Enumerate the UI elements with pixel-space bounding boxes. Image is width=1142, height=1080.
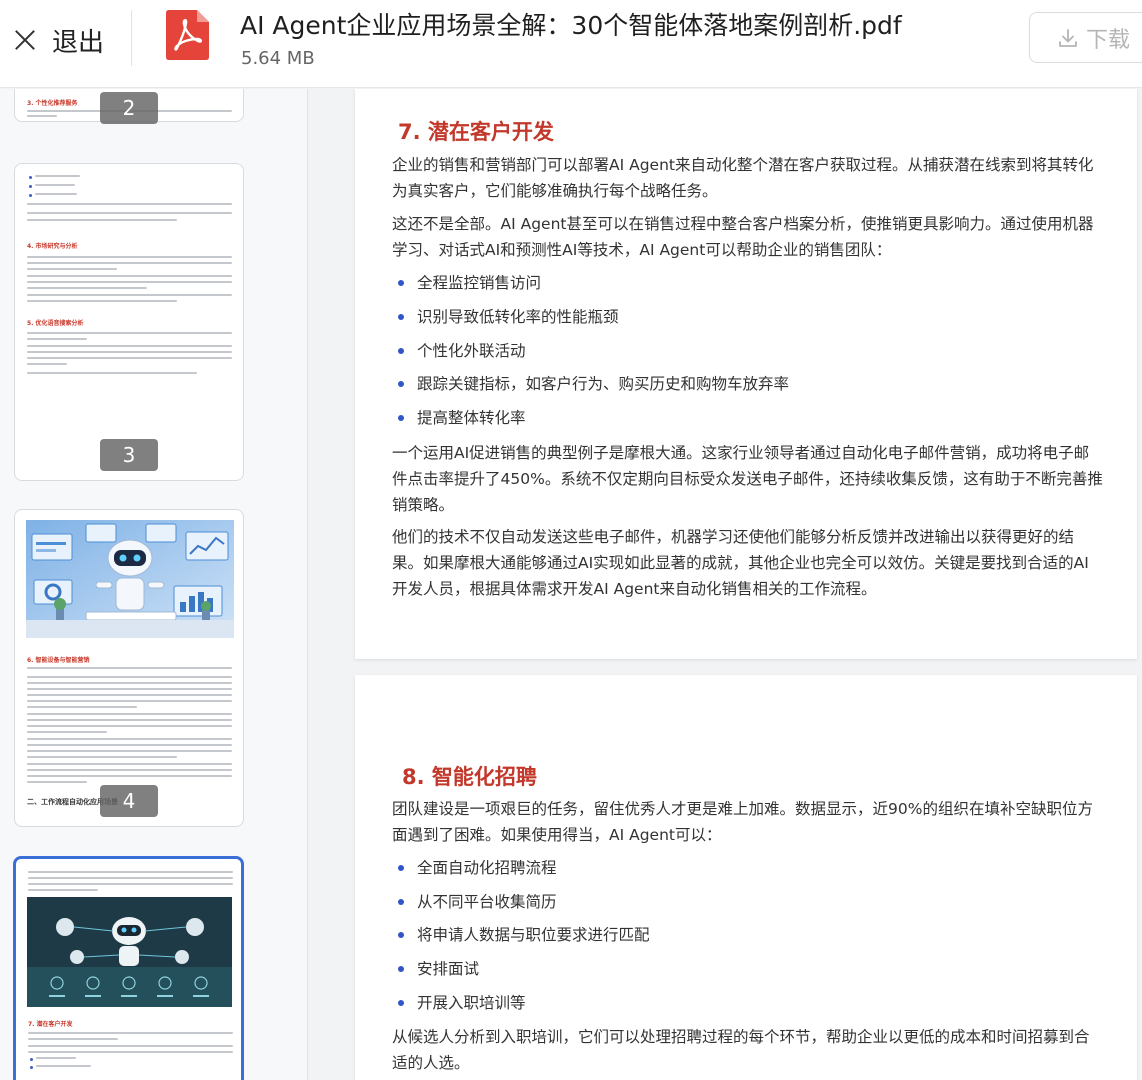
list-item: 开展入职培训等 [398, 991, 526, 1013]
header-divider [131, 10, 132, 66]
page-number-badge[interactable]: 4 [100, 785, 158, 817]
thumb-heading: 6. 智能设备与智能营销 [27, 657, 90, 664]
paragraph: 这还不是全部。AI Agent甚至可以在销售过程中整合客户档案分析，使推销更具影… [392, 215, 1094, 259]
paragraph: 团队建设是一项艰巨的任务，留住优秀人才更是难上加难。数据显示，近90%的组织在填… [392, 800, 1093, 844]
list-item: 个性化外联活动 [398, 339, 526, 361]
download-button[interactable]: 下载 [1029, 12, 1142, 63]
close-icon [12, 27, 38, 53]
pdf-page: 8. 智能化招聘 团队建设是一项艰巨的任务，留住优秀人才更是难上加难。数据显示，… [355, 675, 1137, 1080]
bullet-dot [398, 280, 404, 286]
list-item: 提高整体转化率 [398, 406, 526, 428]
pdf-file-icon [166, 10, 209, 60]
bullet-dot [398, 1000, 404, 1006]
bullet-dot [398, 865, 404, 871]
list-item: 全程监控销售访问 [398, 271, 541, 293]
list-item: 安排面试 [398, 957, 479, 979]
thumb-heading: 4. 市场研究与分析 [27, 243, 78, 250]
thumb-heading: 3. 个性化推荐服务 [27, 100, 78, 107]
file-name: AI Agent企业应用场景全解：30个智能体落地案例剖析.pdf [240, 11, 902, 40]
page-thumbnail-active[interactable]: 7. 潜在客户开发 [13, 856, 244, 1080]
paragraph: 企业的销售和营销部门可以部署AI Agent来自动化整个潜在客户获取过程。从捕获… [392, 156, 1094, 200]
page-number-badge[interactable]: 3 [100, 439, 158, 471]
page-thumbnail[interactable]: 6. 智能设备与智能营销 二、工作流程自动化应用场景 [14, 509, 244, 827]
paragraph: 从候选人分析到入职培训，它们可以处理招聘过程的每个环节，帮助企业以更低的成本和时… [392, 1028, 1090, 1072]
top-bar: 退出 AI Agent企业应用场景全解：30个智能体落地案例剖析.pdf 5.6… [0, 0, 1142, 88]
pdf-page: 7. 潜在客户开发 企业的销售和营销部门可以部署AI Agent来自动化整个潜在… [355, 89, 1137, 659]
robot-illustration [26, 520, 234, 638]
exit-label: 退出 [52, 27, 105, 58]
list-item: 将申请人数据与职位要求进行匹配 [398, 923, 650, 945]
bullet-dot [398, 966, 404, 972]
download-icon [1059, 28, 1077, 47]
paragraph: 一个运用AI促进销售的典型例子是摩根大通。这家行业领导者通过自动化电子邮件营销，… [392, 444, 1103, 514]
bullet-dot [398, 348, 404, 354]
bullet-dot [398, 381, 404, 387]
thumb-heading: 5. 优化语音搜索分析 [27, 320, 84, 327]
bullet-dot [398, 932, 404, 938]
bullet-dot [398, 415, 404, 421]
list-item: 全面自动化招聘流程 [398, 856, 557, 878]
exit-button[interactable]: 退出 [12, 18, 104, 62]
list-item: 从不同平台收集简历 [398, 890, 557, 912]
bullet-dot [398, 899, 404, 905]
pdf-viewer: 退出 AI Agent企业应用场景全解：30个智能体落地案例剖析.pdf 5.6… [0, 0, 1142, 1080]
list-item: 跟踪关键指标，如客户行为、购买历史和购物车放弃率 [398, 372, 789, 394]
thumbnail-sidebar[interactable]: 3. 个性化推荐服务 2 4. 市场研究与分析 5. 优化语音搜索分析 3 6.… [0, 89, 308, 1080]
section-heading: 7. 潜在客户开发 [398, 120, 554, 144]
page-number-badge[interactable]: 2 [100, 92, 158, 124]
file-size: 5.64 MB [241, 48, 315, 69]
download-label: 下载 [1086, 27, 1131, 53]
section-heading: 8. 智能化招聘 [402, 765, 537, 789]
bullet-dot [398, 314, 404, 320]
page-thumbnail[interactable]: 4. 市场研究与分析 5. 优化语音搜索分析 [14, 163, 244, 481]
thumb-heading: 7. 潜在客户开发 [28, 1021, 73, 1028]
paragraph: 他们的技术不仅自动发送这些电子邮件，机器学习还使他们能够分析反馈并改进输出以获得… [392, 528, 1089, 598]
list-item: 识别导致低转化率的性能瓶颈 [398, 305, 619, 327]
document-view[interactable]: 7. 潜在客户开发 企业的销售和营销部门可以部署AI Agent来自动化整个潜在… [309, 89, 1142, 1080]
ai-network-illustration [27, 897, 232, 1007]
